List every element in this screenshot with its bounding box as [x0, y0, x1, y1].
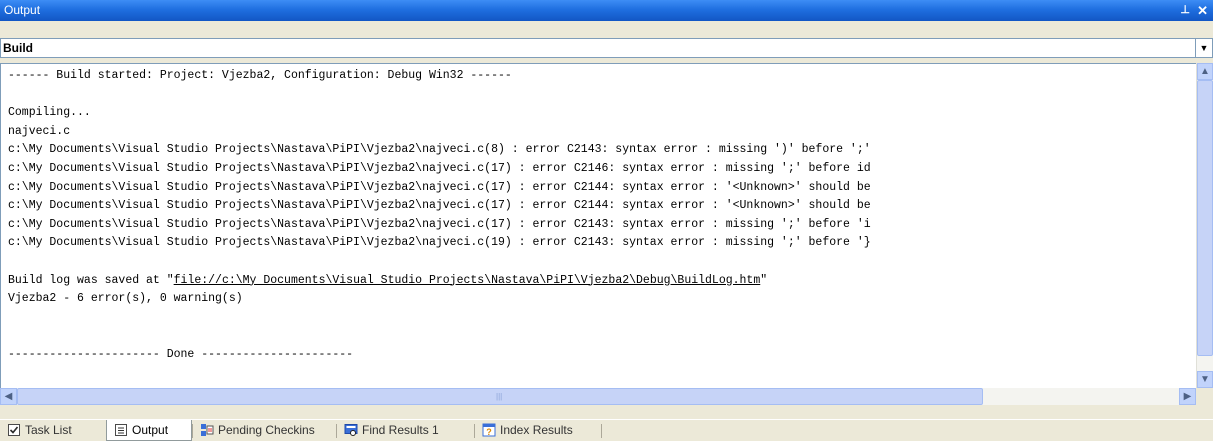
- output-line: Compiling...: [8, 106, 91, 120]
- index-results-icon: ?: [482, 423, 496, 437]
- build-log-prefix: Build log was saved at ": [8, 273, 174, 287]
- build-log-link[interactable]: file://c:\My Documents\Visual Studio Pro…: [174, 274, 761, 287]
- close-icon[interactable]: ✕: [1197, 0, 1208, 21]
- output-text: ------ Build started: Project: Vjezba2, …: [1, 64, 1196, 365]
- summary-line: Vjezba2 - 6 error(s), 0 warning(s): [8, 292, 243, 306]
- pending-checkins-icon: [201, 423, 214, 436]
- vertical-scrollbar[interactable]: ▲ ▼: [1196, 63, 1213, 388]
- task-list-icon: [8, 423, 20, 436]
- tab-pending-checkins[interactable]: Pending Checkins: [193, 420, 335, 441]
- pin-icon[interactable]: ⊥: [1180, 0, 1190, 21]
- vertical-scroll-thumb[interactable]: [1197, 80, 1213, 356]
- output-title-bar: Output ⊥ ✕: [0, 0, 1213, 21]
- tab-label: Index Results: [500, 423, 573, 437]
- tab-label: Pending Checkins: [218, 423, 315, 437]
- scroll-corner: [1196, 388, 1213, 405]
- horizontal-scroll-thumb[interactable]: |||: [17, 388, 983, 405]
- output-line: najveci.c: [8, 124, 71, 138]
- output-line: ------ Build started: Project: Vjezba2, …: [8, 69, 512, 82]
- output-icon: [115, 423, 127, 436]
- tab-label: Find Results 1: [362, 423, 439, 437]
- scroll-left-icon[interactable]: ◀: [0, 388, 17, 405]
- tab-index-results[interactable]: ? Index Results: [475, 420, 600, 441]
- output-source-selector[interactable]: Build ▼: [0, 38, 1213, 61]
- scroll-up-icon[interactable]: ▲: [1197, 63, 1213, 80]
- tab-label: Output: [132, 423, 169, 437]
- find-results-icon: [344, 423, 358, 436]
- scroll-right-icon[interactable]: ▶: [1179, 388, 1196, 405]
- dropdown-arrow-icon[interactable]: ▼: [1196, 38, 1213, 58]
- tab-output[interactable]: Output: [106, 420, 192, 441]
- tab-separator: [601, 424, 602, 438]
- horizontal-scrollbar[interactable]: ◀ ||| ▶: [0, 388, 1196, 405]
- output-line: c:\My Documents\Visual Studio Projects\N…: [8, 199, 871, 213]
- tab-bar: Task List Output Pending Checkins Find R…: [0, 419, 1213, 441]
- summary-line: ---------------------- Done ------------…: [8, 347, 354, 361]
- tab-task-list[interactable]: Task List: [0, 420, 104, 441]
- output-line: c:\My Documents\Visual Studio Projects\N…: [8, 180, 871, 194]
- svg-text:?: ?: [486, 427, 492, 437]
- output-text-area[interactable]: ------ Build started: Project: Vjezba2, …: [0, 63, 1196, 388]
- grip-icon: |||: [496, 392, 503, 401]
- window-title: Output: [4, 3, 41, 17]
- output-source-value[interactable]: Build: [0, 38, 1196, 58]
- output-line: c:\My Documents\Visual Studio Projects\N…: [8, 161, 871, 175]
- output-line: c:\My Documents\Visual Studio Projects\N…: [8, 143, 871, 157]
- scroll-down-icon[interactable]: ▼: [1197, 371, 1213, 388]
- tab-find-results-1[interactable]: Find Results 1: [337, 420, 473, 441]
- build-log-suffix: ": [760, 273, 768, 287]
- tab-label: Task List: [25, 423, 72, 437]
- output-line: c:\My Documents\Visual Studio Projects\N…: [8, 217, 871, 231]
- output-line: c:\My Documents\Visual Studio Projects\N…: [8, 236, 871, 250]
